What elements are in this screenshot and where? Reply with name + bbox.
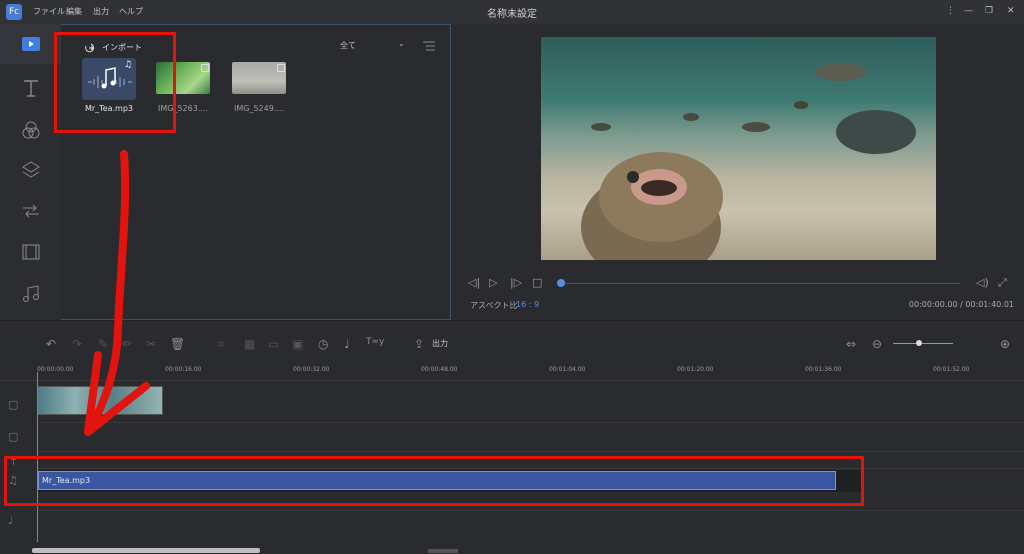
ruler-tick: 00:00:48.00 bbox=[421, 366, 458, 373]
ruler-tick: 00:00:16.00 bbox=[165, 366, 202, 373]
crop-icon[interactable]: ⌗ bbox=[218, 337, 225, 352]
layers-icon bbox=[21, 161, 40, 178]
zoom-out-icon[interactable]: ⊖ bbox=[872, 337, 882, 351]
aspect-ratio-label: アスペクト比 bbox=[470, 301, 518, 310]
annotation-arrow bbox=[84, 150, 150, 436]
voice-track-icon: ♩ bbox=[8, 514, 14, 527]
text-icon bbox=[23, 80, 38, 97]
filters-icon bbox=[22, 121, 39, 139]
sidebar-item-text[interactable] bbox=[0, 70, 61, 106]
sidebar-item-music[interactable] bbox=[0, 276, 61, 312]
sidebar-item-media[interactable] bbox=[0, 24, 61, 64]
chevron-down-icon: ⌄ bbox=[398, 39, 405, 48]
select-checkbox-icon[interactable] bbox=[277, 64, 285, 72]
export-label[interactable]: 出力 bbox=[432, 338, 448, 349]
more-icon[interactable]: ⋮ bbox=[946, 6, 955, 16]
close-button[interactable]: ✕ bbox=[1007, 6, 1015, 16]
ruler-tick: 00:01:36.00 bbox=[805, 366, 842, 373]
delete-icon[interactable]: 🗑 bbox=[170, 337, 185, 351]
mosaic-icon[interactable]: ▦ bbox=[244, 337, 255, 351]
horizontal-scrollbar[interactable] bbox=[32, 548, 260, 553]
ruler-tick: 00:00:32.00 bbox=[293, 366, 330, 373]
sidebar-item-filters[interactable] bbox=[0, 112, 61, 148]
seek-knob[interactable] bbox=[557, 279, 565, 287]
microphone-icon[interactable]: ♩ bbox=[344, 337, 350, 351]
zoom-knob[interactable] bbox=[916, 340, 922, 346]
export-icon[interactable]: ⇪ bbox=[414, 337, 424, 351]
play-icon bbox=[21, 37, 40, 51]
sidebar-item-overlays[interactable] bbox=[0, 152, 61, 188]
fit-timeline-icon[interactable]: ⇔ bbox=[846, 337, 856, 351]
fullscreen-icon[interactable]: ⤢ bbox=[998, 276, 1007, 290]
seek-bar[interactable] bbox=[560, 283, 960, 284]
restore-button[interactable]: ❐ bbox=[985, 6, 993, 16]
sidebar-item-transitions[interactable] bbox=[0, 193, 61, 229]
annotation-highlight-media bbox=[54, 32, 176, 133]
play-button[interactable]: ▷ bbox=[489, 276, 497, 289]
next-frame-button[interactable]: |▷ bbox=[510, 276, 522, 289]
window-title: 名称未設定 bbox=[487, 9, 537, 20]
annotation-highlight-audio-track bbox=[4, 456, 864, 506]
volume-icon[interactable]: ◁) bbox=[976, 276, 989, 289]
filter-value: 全て bbox=[340, 41, 356, 50]
text-to-speech-icon[interactable]: T≈y bbox=[366, 337, 384, 347]
ruler-tick: 00:01:52.00 bbox=[933, 366, 970, 373]
ruler-tick: 00:01:20.00 bbox=[677, 366, 714, 373]
minimize-button[interactable]: — bbox=[964, 6, 973, 16]
media-filter-select[interactable]: 全て ⌄ bbox=[340, 39, 410, 54]
video-track-icon: ▢ bbox=[8, 398, 19, 411]
prev-frame-button[interactable]: ◁| bbox=[468, 276, 480, 289]
ruler-tick: 00:01:04.00 bbox=[549, 366, 586, 373]
transition-icon bbox=[22, 204, 39, 218]
video-preview bbox=[541, 37, 936, 260]
track-divider bbox=[37, 422, 1024, 423]
zoom-slider[interactable] bbox=[893, 343, 953, 344]
select-checkbox-icon[interactable] bbox=[201, 64, 209, 72]
list-view-icon[interactable] bbox=[422, 40, 436, 52]
freeze-icon[interactable]: ▭ bbox=[268, 337, 279, 351]
stop-button[interactable]: □ bbox=[532, 276, 542, 289]
pufferfish-scene-image bbox=[581, 63, 916, 260]
snapshot-icon[interactable]: ▣ bbox=[292, 337, 303, 351]
undo-icon[interactable]: ↶ bbox=[46, 337, 56, 351]
music-icon bbox=[22, 285, 39, 302]
timecode: 00:00:00.00 / 00:01:40.01 bbox=[908, 300, 1014, 309]
media-item-label: IMG_5249.... bbox=[234, 104, 284, 113]
scroll-handle[interactable] bbox=[428, 549, 458, 553]
aspect-ratio-value[interactable]: 16 : 9 bbox=[516, 300, 539, 309]
overlay-track-icon: ▢ bbox=[8, 430, 19, 443]
zoom-in-icon[interactable]: ⊕ bbox=[1000, 337, 1010, 351]
duration-icon[interactable]: ◷ bbox=[318, 337, 328, 351]
track-divider bbox=[37, 510, 1024, 511]
track-divider bbox=[37, 451, 1024, 452]
film-icon bbox=[22, 244, 39, 260]
sidebar-item-elements[interactable] bbox=[0, 234, 61, 270]
